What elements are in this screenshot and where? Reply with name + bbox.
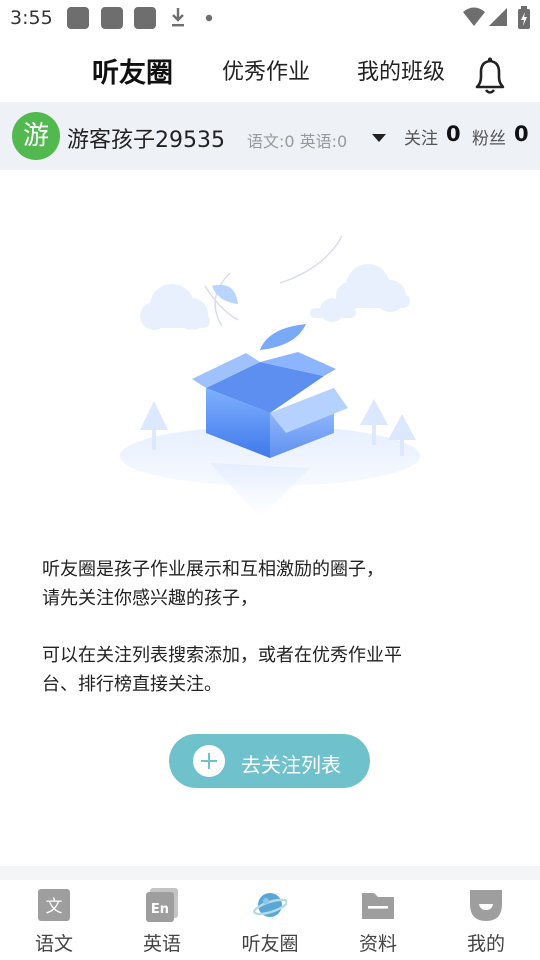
fans-label[interactable]: 粉丝 [472,124,506,149]
empty-box-illustration [120,235,420,518]
folder-icon [362,893,394,919]
nav-label: 资料 [358,933,397,955]
profile-icon [470,890,502,921]
tab-tingyouquan[interactable]: 听友圈 [92,51,173,90]
fans-count[interactable]: 0 [514,122,529,146]
planet-icon [253,893,287,917]
message-line: 可以在关注列表搜索添加，或者在优秀作业平 [42,645,402,666]
top-tab-bar: 听友圈 优秀作业 我的班级 [0,36,540,102]
wifi-icon [463,7,485,26]
nav-label: 语文 [34,933,73,955]
nav-item-english[interactable]: En 英语 [108,880,216,960]
chinese-book-icon: 文 [38,889,70,921]
status-bar: 3:55 [0,0,540,36]
svg-text:En: En [151,902,169,917]
nav-item-mine[interactable]: 我的 [432,880,540,960]
plus-icon [193,745,225,777]
dot-icon [205,14,213,22]
status-time: 3:55 [10,7,53,29]
tab-my-class[interactable]: 我的班级 [357,54,445,86]
follow-label[interactable]: 关注 [404,124,438,149]
message-line: 请先关注你感兴趣的孩子， [42,588,258,609]
avatar[interactable]: 游 [12,112,60,160]
bottom-nav: 文 语文 En 英语 听友圈 资料 我的 [0,880,540,960]
tab-excellent-homework[interactable]: 优秀作业 [222,54,310,86]
notification-icon [134,7,156,29]
message-line: 听友圈是孩子作业展示和互相激励的圈子， [42,559,384,580]
follow-count[interactable]: 0 [446,122,461,146]
nav-item-chinese[interactable]: 文 语文 [0,880,108,960]
user-info-bar: 游 游客孩子29535 语文:0 英语:0 关注 0 粉丝 0 [0,102,540,170]
user-scores: 语文:0 英语:0 [247,132,348,151]
svg-text:文: 文 [46,897,63,917]
empty-state-message: 听友圈是孩子作业展示和互相激励的圈子， 请先关注你感兴趣的孩子， [42,555,384,613]
notification-icon [101,7,123,29]
nav-item-materials[interactable]: 资料 [324,880,432,960]
notification-icon [67,7,89,29]
nav-label: 英语 [142,933,181,955]
download-icon [172,8,184,27]
bell-icon[interactable] [472,56,508,96]
nav-label: 我的 [466,933,505,955]
signal-icon [489,8,507,26]
divider [0,866,540,880]
english-book-icon: En [146,888,178,922]
empty-state-hint: 可以在关注列表搜索添加，或者在优秀作业平 台、排行榜直接关注。 [42,641,402,699]
nav-label: 听友圈 [241,933,299,955]
message-line: 台、排行榜直接关注。 [42,674,222,695]
nav-item-tingyouquan[interactable]: 听友圈 [216,880,324,960]
user-name: 游客孩子29535 [67,128,225,153]
caret-down-icon[interactable] [372,134,386,142]
go-to-follow-list-button[interactable]: 去关注列表 [169,734,370,788]
button-label: 去关注列表 [241,753,341,777]
battery-icon [518,6,530,29]
